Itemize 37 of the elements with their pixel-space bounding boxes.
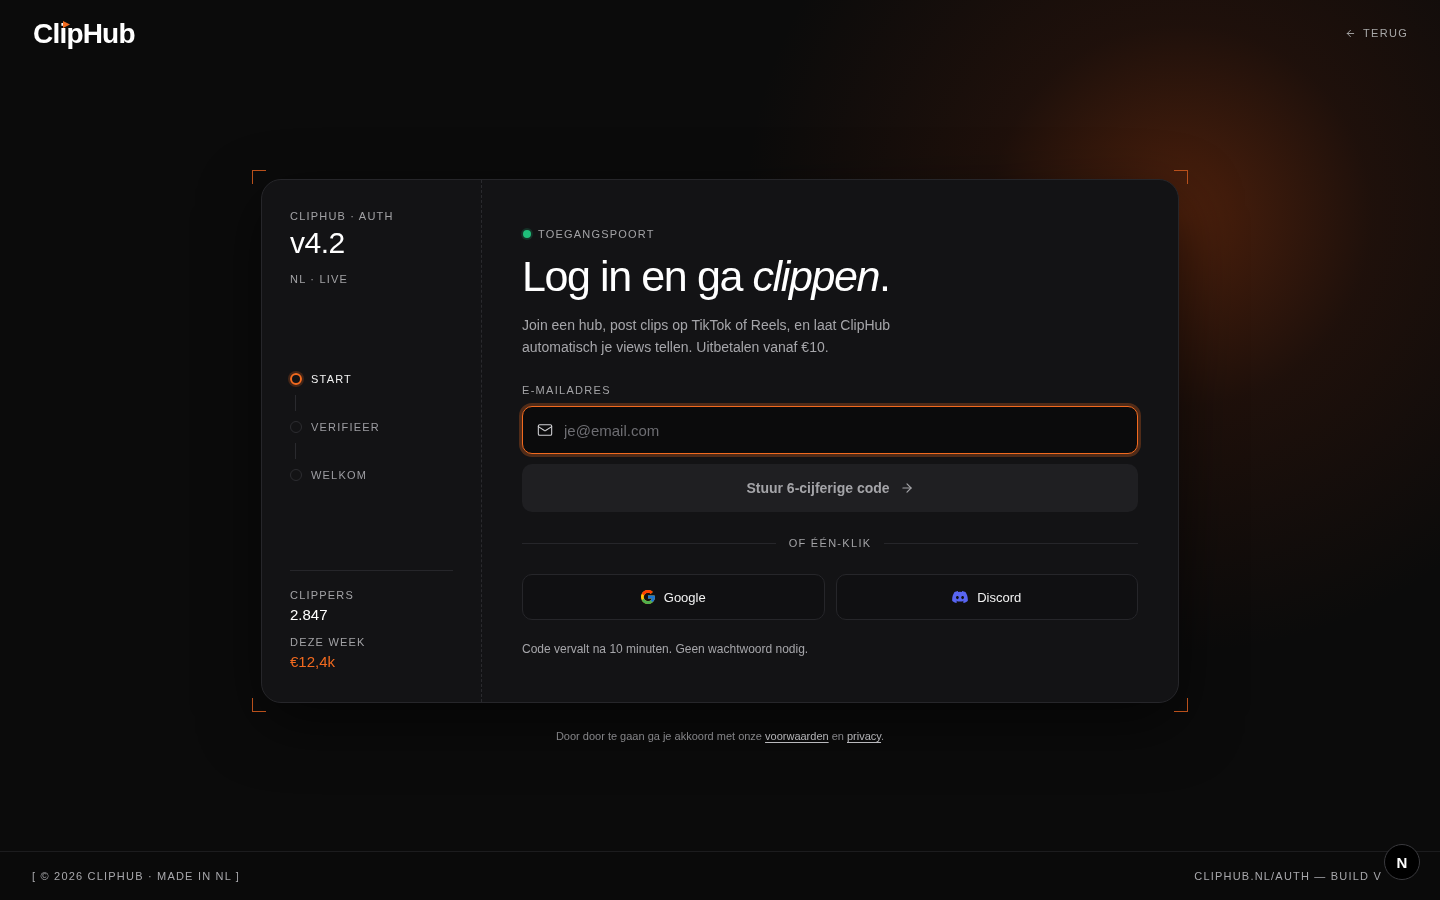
corner-bracket-icon — [252, 170, 266, 184]
build-text: CLIPHUB.NL/AUTH — BUILD V — [1194, 870, 1382, 882]
google-logo-icon — [640, 590, 655, 604]
version-text: v4.2 — [290, 226, 346, 260]
corner-bracket-icon — [1174, 170, 1188, 184]
discord-logo-icon — [952, 591, 969, 603]
social-login-button[interactable]: Google — [522, 574, 825, 620]
divider-label: OF ÉÉN-KLIK — [788, 537, 872, 549]
step-label[interactable]: WELKOM — [311, 469, 368, 481]
arrow-right-icon — [899, 481, 914, 495]
status-label: TOEGANGSPOORT — [538, 227, 655, 241]
arrow-left-icon — [1345, 27, 1356, 39]
social-login-button[interactable]: Discord — [835, 574, 1138, 620]
stat-label: CLIPPERS — [290, 588, 355, 602]
terms-text: Door door te gaan ga je akkoord met onze voorwaarden en privacy. — [555, 729, 885, 743]
copyright-text: [ © 2026 CLIPHUB · MADE IN NL ] — [32, 870, 241, 882]
corner-bracket-icon — [252, 698, 266, 712]
mail-icon — [537, 422, 553, 438]
step-label[interactable]: START — [311, 373, 353, 385]
email-input-field[interactable]: je@email.com — [522, 406, 1138, 454]
intro-text: Join een hub, post clips op TikTok of Reels, en laat ClipHub automatisch je views tellen. Uitbetalen vanaf €10. — [522, 316, 892, 357]
status-dot-icon — [523, 230, 531, 238]
corner-bracket-icon — [1174, 698, 1188, 712]
sidebar-eyebrow: CLIPHUB · AUTH — [290, 209, 395, 223]
back-link[interactable]: TERUG — [1345, 27, 1408, 39]
note-text: Code vervalt na 10 minuten. Geen wachtwoord nodig. — [522, 641, 810, 657]
stat-label: DEZE WEEK — [290, 635, 367, 649]
logo-text[interactable]: ClipHub — [33, 18, 135, 49]
step-label[interactable]: VERIFIEER — [311, 421, 380, 433]
locale-text: NL · LIVE — [290, 272, 350, 286]
stat-value: 2.847 — [290, 605, 329, 625]
stat-value: €12,4k — [290, 652, 337, 672]
play-triangle-icon — [63, 21, 70, 28]
dev-badge[interactable]: N — [1384, 844, 1420, 880]
page-heading: Log in en ga clippen. — [522, 252, 891, 300]
email-label: E-MAILADRES — [522, 383, 612, 397]
terms-link[interactable]: voorwaarden — [765, 730, 829, 742]
